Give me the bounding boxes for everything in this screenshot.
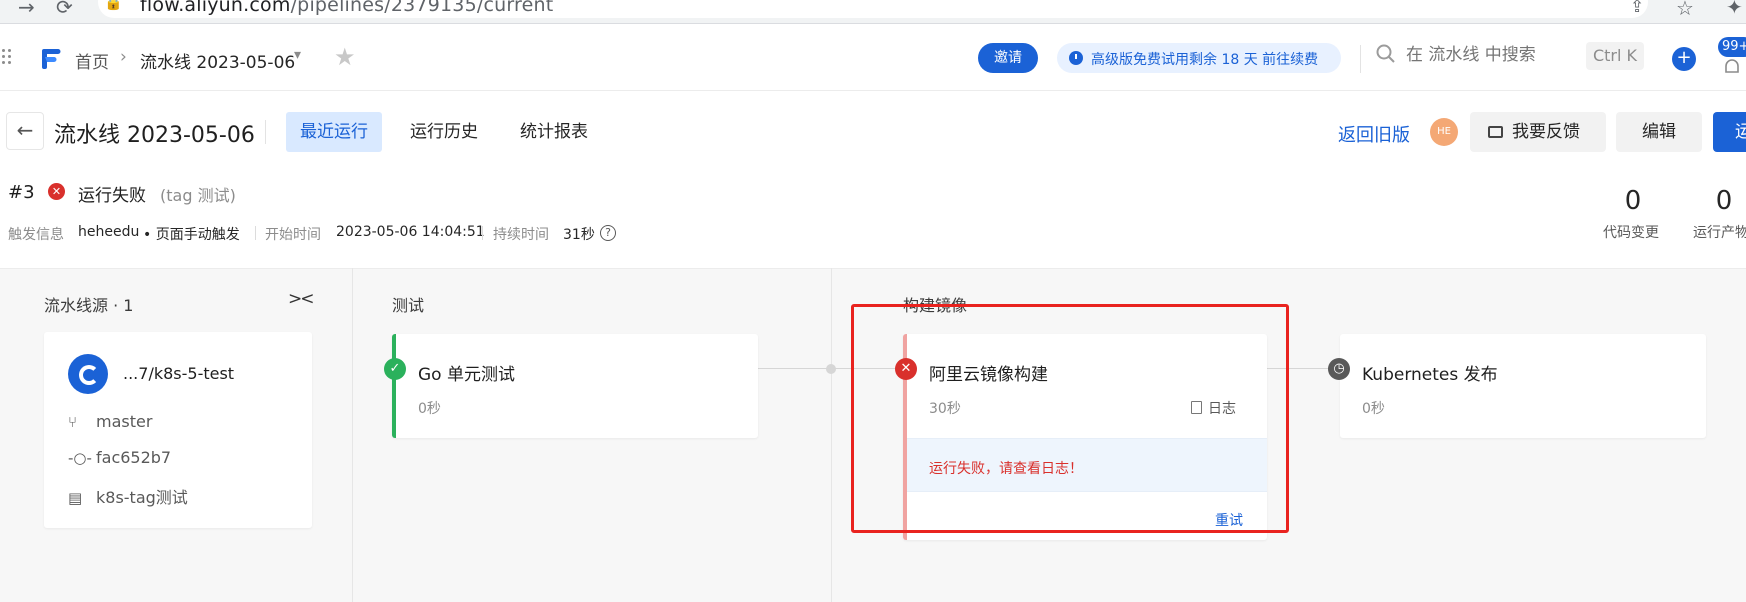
run-tag: (tag 测试) bbox=[160, 186, 236, 205]
breadcrumb-current[interactable]: 流水线 2023-05-06 bbox=[140, 48, 295, 73]
flow-logo-icon[interactable] bbox=[40, 45, 62, 71]
test-stage-title: 测试 bbox=[392, 296, 425, 315]
code-change-count[interactable]: 0 bbox=[1613, 186, 1653, 216]
trigger-user[interactable]: heheedu bbox=[78, 224, 139, 240]
failed-status-icon: ✕ bbox=[48, 183, 65, 200]
breadcrumb-home[interactable]: 首页 bbox=[75, 48, 109, 73]
start-time: 2023-05-06 14:04:51 bbox=[336, 224, 485, 240]
run-button[interactable]: 运 bbox=[1713, 112, 1746, 152]
code-change-label: 代码变更 bbox=[1603, 225, 1659, 241]
source-stage-title: 流水线源 · 1 bbox=[44, 296, 134, 315]
source-commit[interactable]: fac652b7 bbox=[96, 448, 171, 467]
back-arrow-icon[interactable]: ← bbox=[6, 112, 44, 150]
clock-icon bbox=[1069, 51, 1083, 65]
job-name: Go 单元测试 bbox=[418, 365, 515, 385]
message-icon bbox=[1488, 126, 1503, 138]
trial-banner: 高级版免费试用剩余 18 天 前往续费 bbox=[1057, 43, 1341, 73]
run-number: #3 bbox=[8, 182, 35, 203]
reload-icon[interactable]: ⟳ bbox=[56, 0, 73, 19]
artifact-count[interactable]: 0 bbox=[1704, 186, 1744, 216]
lock-icon: 🔒 bbox=[104, 0, 123, 11]
commit-icon: -○- bbox=[68, 449, 92, 467]
invite-button[interactable]: 邀请 bbox=[978, 43, 1038, 73]
header-divider bbox=[1360, 45, 1361, 73]
source-card[interactable]: ...7/k8s-5-test ⑂ master -○- fac652b7 ▤ k8s… bbox=[44, 332, 312, 528]
favorite-star-icon[interactable]: ★ bbox=[334, 43, 356, 71]
pending-clock-icon: ◷ bbox=[1328, 358, 1350, 380]
return-old-version-link[interactable]: 返回旧版 bbox=[1338, 121, 1410, 147]
duration: 31秒 bbox=[563, 227, 595, 243]
tab-statistics[interactable]: 统计报表 bbox=[506, 112, 602, 152]
feedback-label: 我要反馈 bbox=[1512, 122, 1580, 142]
search-icon[interactable] bbox=[1375, 43, 1397, 65]
caret-down-icon[interactable]: ▾ bbox=[294, 47, 301, 63]
duration-label: 持续时间 bbox=[493, 227, 549, 243]
success-check-icon: ✓ bbox=[384, 358, 406, 380]
create-plus-icon[interactable]: + bbox=[1672, 47, 1696, 71]
app-header: 首页 › 流水线 2023-05-06 ▾ ★ 邀请 高级版免费试用剩余 18 … bbox=[0, 25, 1746, 91]
renew-link[interactable]: 前往续费 bbox=[1262, 52, 1318, 68]
notification-badge[interactable]: 99+ bbox=[1718, 37, 1746, 57]
search-input[interactable] bbox=[1406, 45, 1576, 65]
forward-icon[interactable]: → bbox=[18, 0, 35, 19]
job-card-kubernetes-deploy[interactable]: ◷ Kubernetes 发布 0秒 bbox=[1328, 334, 1706, 438]
document-icon: ▤ bbox=[68, 489, 83, 507]
highlight-annotation-box bbox=[851, 304, 1289, 533]
share-icon[interactable]: ⇪ bbox=[1630, 0, 1644, 17]
codeup-logo-icon bbox=[68, 354, 108, 394]
artifact-label: 运行产物 bbox=[1693, 225, 1746, 241]
pipeline-title: 流水线 2023-05-06 bbox=[54, 123, 255, 148]
job-status-bar bbox=[392, 334, 396, 438]
help-icon[interactable]: ? bbox=[600, 225, 616, 241]
collapse-icon[interactable]: >< bbox=[288, 289, 314, 309]
trial-text: 高级版免费试用剩余 18 天 bbox=[1091, 52, 1258, 68]
tab-run-history[interactable]: 运行历史 bbox=[396, 112, 492, 152]
trigger-type: • 页面手动触发 bbox=[143, 227, 240, 243]
start-time-label: 开始时间 bbox=[265, 227, 321, 243]
bookmark-star-icon[interactable]: ☆ bbox=[1676, 0, 1694, 20]
job-name: Kubernetes 发布 bbox=[1362, 365, 1498, 385]
trigger-label: 触发信息 bbox=[8, 227, 64, 243]
breadcrumb-chevron-icon: › bbox=[120, 47, 127, 67]
job-duration: 0秒 bbox=[1362, 401, 1385, 417]
notification-bell-icon[interactable] bbox=[1722, 59, 1742, 75]
shortcut-hint: Ctrl K bbox=[1586, 42, 1644, 70]
meta-divider bbox=[255, 226, 256, 240]
avatar[interactable]: HE bbox=[1430, 118, 1458, 146]
app-grid-icon[interactable] bbox=[2, 49, 14, 69]
job-card-go-test[interactable]: ✓ Go 单元测试 0秒 bbox=[384, 334, 758, 438]
feedback-button[interactable]: 我要反馈 bbox=[1470, 112, 1606, 152]
stage-divider bbox=[831, 268, 832, 602]
job-duration: 0秒 bbox=[418, 401, 441, 417]
tab-latest-run[interactable]: 最近运行 bbox=[286, 112, 382, 152]
browser-address-bar: → ⟳ 🔒 flow.aliyun.com/pipelines/2379135/… bbox=[0, 0, 1746, 24]
run-status: 运行失败 bbox=[78, 186, 146, 206]
meta-divider bbox=[482, 226, 483, 240]
edit-button[interactable]: 编辑 bbox=[1616, 112, 1702, 152]
url-text[interactable]: flow.aliyun.com/pipelines/2379135/curren… bbox=[140, 0, 553, 16]
source-message: k8s-tag测试 bbox=[96, 488, 188, 507]
extensions-icon[interactable]: ✦ bbox=[1726, 0, 1743, 19]
source-repo[interactable]: ...7/k8s-5-test bbox=[123, 364, 234, 383]
source-branch: master bbox=[96, 412, 153, 431]
connector-node bbox=[826, 364, 836, 374]
title-divider bbox=[265, 120, 266, 144]
branch-icon: ⑂ bbox=[68, 413, 78, 431]
stage-divider bbox=[352, 268, 353, 602]
